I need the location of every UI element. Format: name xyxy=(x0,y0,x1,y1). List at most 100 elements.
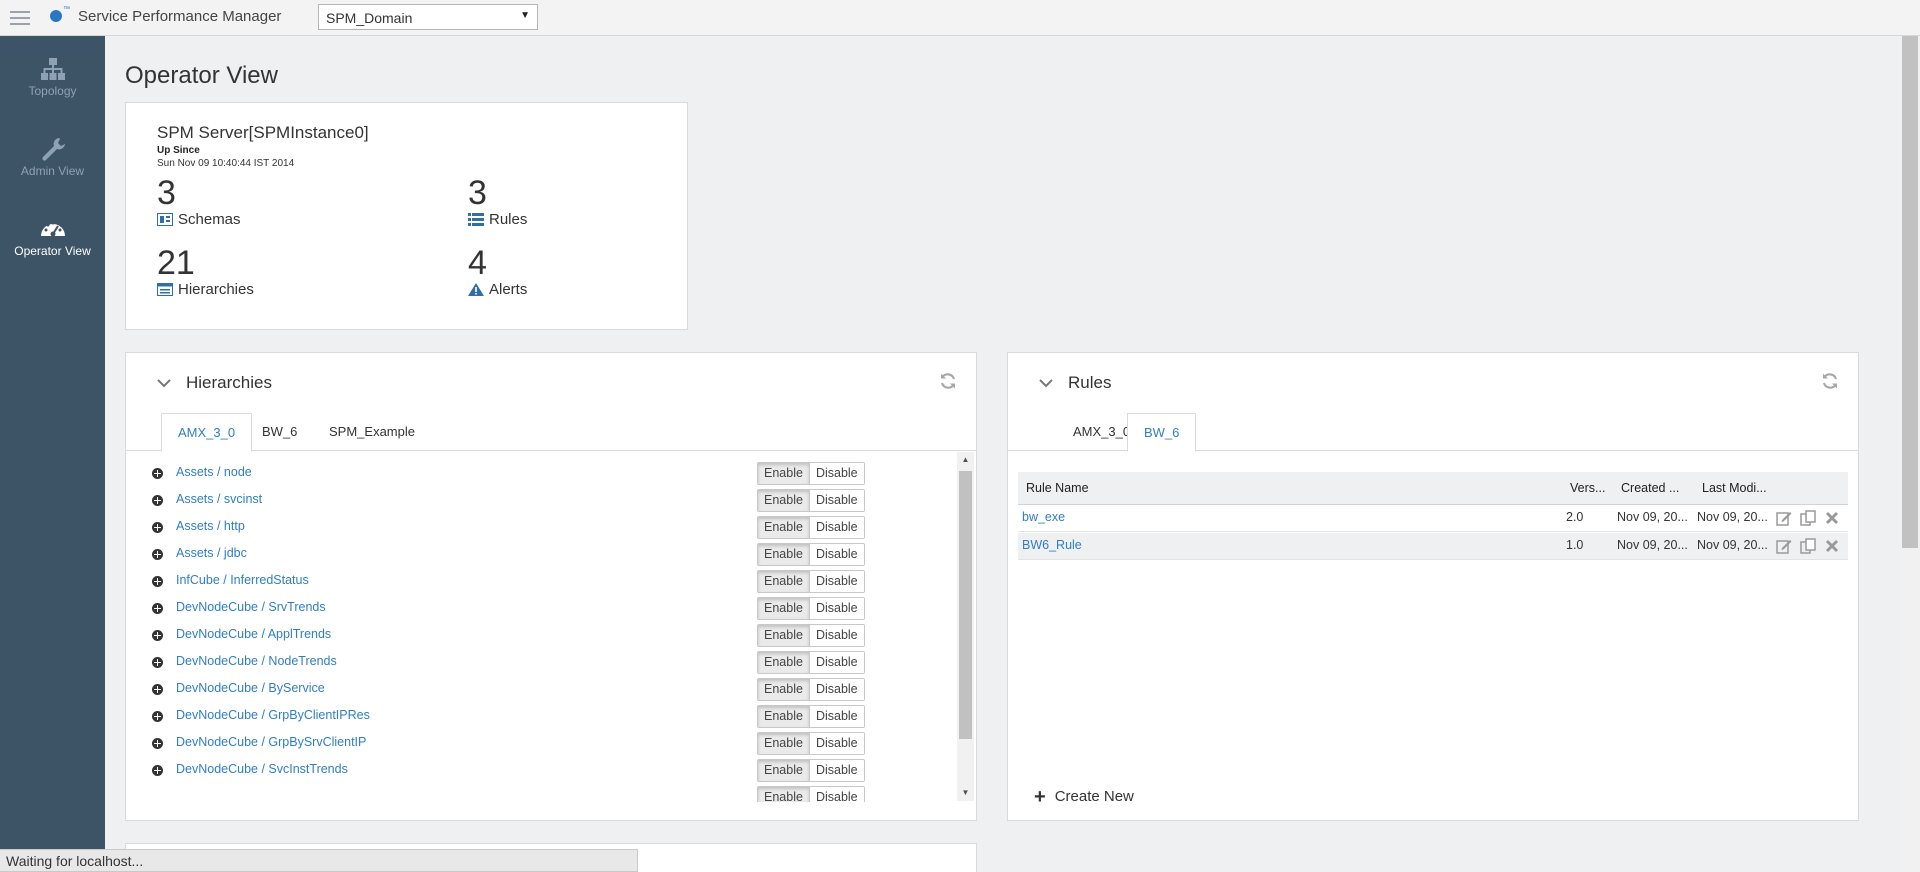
rule-version: 2.0 xyxy=(1566,510,1584,524)
hierarchy-link[interactable]: DevNodeCube / GrpBySrvClientIP xyxy=(176,735,366,749)
enable-button[interactable]: Enable xyxy=(758,679,810,700)
enable-disable-toggle: Enable Disable xyxy=(757,570,865,593)
disable-button[interactable]: Disable xyxy=(809,598,864,619)
page-scroll-thumb[interactable] xyxy=(1902,36,1918,548)
enable-button[interactable]: Enable xyxy=(758,760,810,781)
enable-button[interactable]: Enable xyxy=(758,571,810,592)
server-name: SPM Server[SPMInstance0] xyxy=(157,123,369,142)
hierarchies-tabs: AMX_3_0 BW_6 SPM_Example xyxy=(126,413,976,452)
scroll-up-arrow[interactable]: ▲ xyxy=(957,452,974,468)
hierarchy-link[interactable]: DevNodeCube / SrvTrends xyxy=(176,600,326,614)
domain-select[interactable]: SPM_Domain ▼ xyxy=(318,4,538,30)
enable-button[interactable]: Enable xyxy=(758,598,810,619)
hierarchy-link[interactable]: Assets / node xyxy=(176,465,252,479)
rule-name-link[interactable]: BW6_Rule xyxy=(1022,538,1082,552)
sidebar-item-admin-view[interactable]: Admin View xyxy=(0,126,105,200)
enable-button[interactable]: Enable xyxy=(758,490,810,511)
enable-button[interactable]: Enable xyxy=(758,652,810,673)
expand-plus-icon[interactable] xyxy=(152,603,163,614)
refresh-icon[interactable] xyxy=(1821,372,1839,390)
tab-amx-3-0[interactable]: AMX_3_0 xyxy=(161,413,253,452)
disable-button[interactable]: Disable xyxy=(809,571,864,592)
list-item: DevNodeCube / ApplTrends Enable Disable xyxy=(135,624,865,651)
copy-icon[interactable] xyxy=(1800,538,1816,554)
column-header-version[interactable]: Vers... xyxy=(1570,481,1605,495)
tab-bw-6[interactable]: BW_6 xyxy=(1127,413,1197,452)
enable-disable-toggle: Enable Disable xyxy=(757,516,865,539)
refresh-icon[interactable] xyxy=(939,372,957,390)
rules-tabs: AMX_3_0 BW_6 xyxy=(1008,413,1858,452)
column-header-last-modified[interactable]: Last Modi... xyxy=(1702,481,1767,495)
tab-bw-6[interactable]: BW_6 xyxy=(246,413,313,451)
disable-button[interactable]: Disable xyxy=(809,733,864,754)
expand-plus-icon[interactable] xyxy=(152,576,163,587)
enable-button[interactable]: Enable xyxy=(758,787,810,802)
delete-icon[interactable] xyxy=(1824,510,1840,526)
rule-created: Nov 09, 20... xyxy=(1617,510,1687,524)
expand-plus-icon[interactable] xyxy=(152,765,163,776)
disable-button[interactable]: Disable xyxy=(809,517,864,538)
expand-plus-icon[interactable] xyxy=(152,522,163,533)
tab-spm-example[interactable]: SPM_Example xyxy=(313,413,431,451)
hierarchy-link[interactable]: Assets / svcinst xyxy=(176,492,262,506)
page-scrollbar[interactable] xyxy=(1900,36,1920,872)
enable-button[interactable]: Enable xyxy=(758,706,810,727)
enable-disable-toggle: Enable Disable xyxy=(757,462,865,485)
list-item: DevNodeCube / NodeTrends Enable Disable xyxy=(135,651,865,678)
expand-plus-icon[interactable] xyxy=(152,495,163,506)
disable-button[interactable]: Disable xyxy=(809,679,864,700)
expand-plus-icon[interactable] xyxy=(152,657,163,668)
expand-plus-icon[interactable] xyxy=(152,738,163,749)
enable-button[interactable]: Enable xyxy=(758,625,810,646)
column-header-rule-name[interactable]: Rule Name xyxy=(1026,481,1089,495)
edit-icon[interactable] xyxy=(1776,538,1792,554)
disable-button[interactable]: Disable xyxy=(809,760,864,781)
delete-icon[interactable] xyxy=(1824,538,1840,554)
hierarchy-link[interactable]: Assets / http xyxy=(176,519,245,533)
scroll-thumb[interactable] xyxy=(959,471,972,739)
expand-plus-icon[interactable] xyxy=(152,468,163,479)
expand-plus-icon[interactable] xyxy=(152,684,163,695)
sidebar-item-operator-view[interactable]: Operator View xyxy=(0,206,105,280)
sidebar-item-topology[interactable]: Topology xyxy=(0,46,105,120)
chevron-down-icon[interactable] xyxy=(1039,378,1053,388)
list-item: DevNodeCube / SvcInstTrends Enable Disable xyxy=(135,759,865,786)
enable-button[interactable]: Enable xyxy=(758,463,810,484)
disable-button[interactable]: Disable xyxy=(809,706,864,727)
hierarchy-link[interactable]: DevNodeCube / NodeTrends xyxy=(176,654,337,668)
menu-icon[interactable] xyxy=(10,11,30,25)
disable-button[interactable]: Disable xyxy=(809,625,864,646)
copy-icon[interactable] xyxy=(1800,510,1816,526)
stat-rules: 3 Rules xyxy=(468,175,527,228)
enable-disable-toggle: Enable Disable xyxy=(757,759,865,782)
scroll-down-arrow[interactable]: ▼ xyxy=(957,785,974,801)
disable-button[interactable]: Disable xyxy=(809,787,864,802)
enable-button[interactable]: Enable xyxy=(758,733,810,754)
column-header-created[interactable]: Created ... xyxy=(1621,481,1679,495)
hierarchy-link[interactable]: DevNodeCube / SvcInstTrends xyxy=(176,762,348,776)
hierarchy-link[interactable]: DevNodeCube / ApplTrends xyxy=(176,627,331,641)
rule-last-modified: Nov 09, 20... xyxy=(1697,510,1767,524)
enable-button[interactable]: Enable xyxy=(758,544,810,565)
disable-button[interactable]: Disable xyxy=(809,544,864,565)
stat-label: Alerts xyxy=(489,281,528,298)
rules-title: Rules xyxy=(1068,373,1112,392)
rule-name-link[interactable]: bw_exe xyxy=(1022,510,1065,524)
hierarchy-link[interactable]: Assets / jdbc xyxy=(176,546,247,560)
expand-plus-icon[interactable] xyxy=(152,711,163,722)
enable-button[interactable]: Enable xyxy=(758,517,810,538)
hierarchy-scrollbar[interactable]: ▲ ▼ xyxy=(957,452,974,801)
create-new-button[interactable]: + Create New xyxy=(1034,787,1134,807)
expand-plus-icon[interactable] xyxy=(152,549,163,560)
chevron-down-icon[interactable] xyxy=(157,378,171,388)
hierarchy-link[interactable]: DevNodeCube / ByService xyxy=(176,681,325,695)
page-title: Operator View xyxy=(125,62,278,89)
edit-icon[interactable] xyxy=(1776,510,1792,526)
list-item: Assets / jdbc Enable Disable xyxy=(135,543,865,570)
disable-button[interactable]: Disable xyxy=(809,490,864,511)
hierarchy-link[interactable]: InfCube / InferredStatus xyxy=(176,573,309,587)
expand-plus-icon[interactable] xyxy=(152,630,163,641)
disable-button[interactable]: Disable xyxy=(809,463,864,484)
hierarchy-link[interactable]: DevNodeCube / GrpByClientIPRes xyxy=(176,708,370,722)
disable-button[interactable]: Disable xyxy=(809,652,864,673)
